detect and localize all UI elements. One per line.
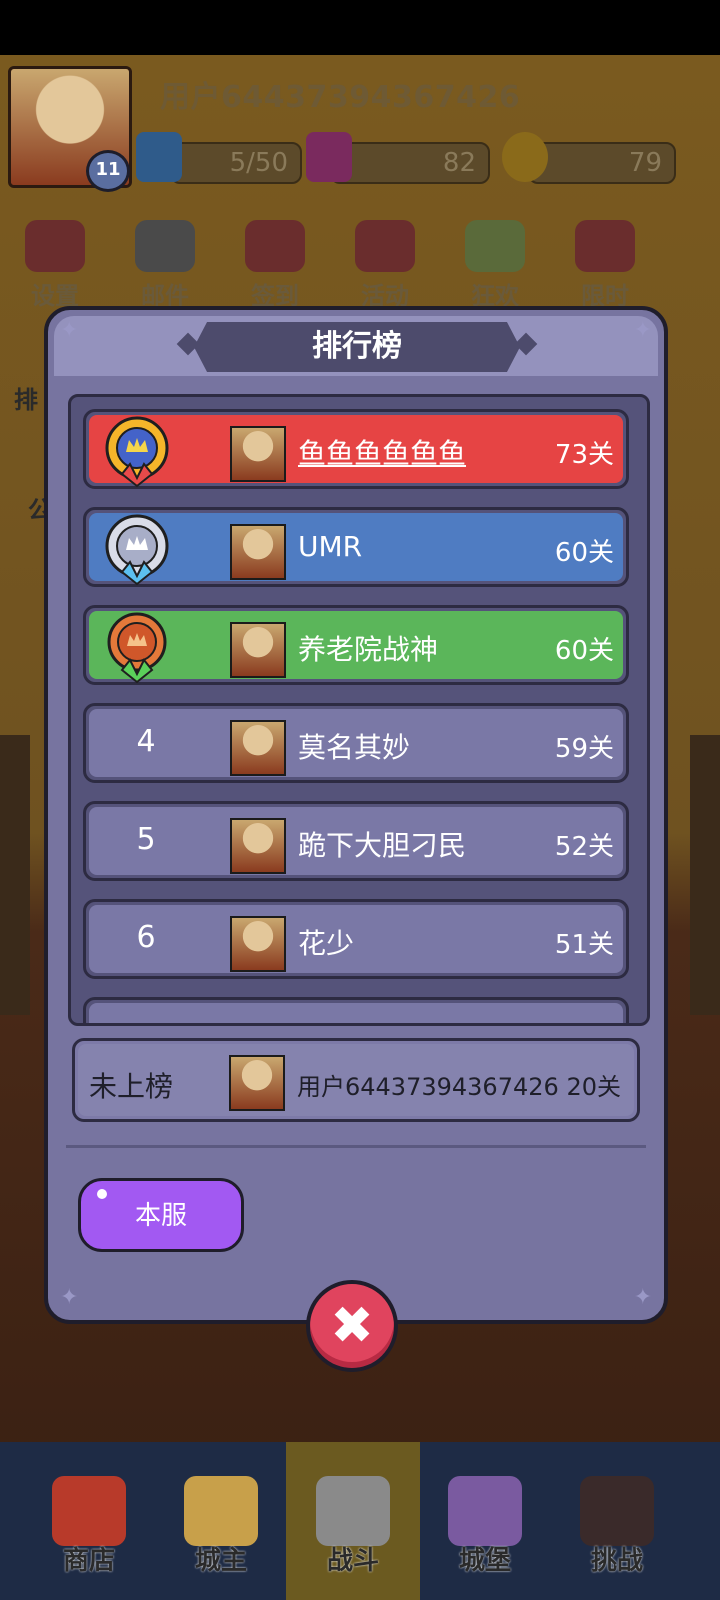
leaderboard-dialog: 排行榜 ✦ ✦ 鱼鱼鱼鱼鱼鱼 73关 UMR 60关 养老院战神 60关 4 莫… [44,306,668,1324]
row-score: 73关 [554,440,614,470]
row-avatar [230,524,286,580]
gift-icon [355,220,415,272]
leaderboard-row[interactable]: UMR 60关 [83,507,629,587]
close-button[interactable]: ✖ [306,1280,398,1372]
gold-value: 79 [628,148,662,178]
my-rank-text: 未上榜 [89,1070,174,1103]
left-lamp [0,735,30,1015]
nav-battle[interactable]: 战斗 [286,1442,420,1600]
nav-challenge[interactable]: 挑战 [550,1442,684,1600]
row-score: 60关 [554,636,614,666]
my-name: 用户64437394367426 [297,1073,559,1101]
row-name: 跪下大胆刁民 [298,829,467,862]
my-rank-row: 未上榜 用户64437394367426 20关 [72,1038,640,1122]
menu-carnival[interactable]: 狂欢 [460,220,530,310]
demon-icon [580,1476,654,1546]
row-name: 莫名其妙 [298,731,411,764]
leaderboard-row[interactable]: 4 莫名其妙 59关 [83,703,629,783]
gem-add-icon[interactable] [306,132,352,182]
gold-medal-icon [105,416,169,488]
nav-challenge-label: 挑战 [590,1546,643,1576]
row-avatar [230,916,286,972]
side-label-rank[interactable]: 排 [14,380,38,415]
right-lamp [690,735,720,1015]
player-name: 用户64437394367426 [160,80,521,115]
calendar-icon [245,220,305,272]
row-score: 52关 [554,832,614,862]
divider [66,1145,646,1148]
nav-lord-label: 城主 [194,1546,247,1576]
row-rank: 4 [136,724,156,759]
gold-add-icon[interactable] [502,132,548,182]
bronze-medal-icon [107,612,167,684]
menu-checkin[interactable]: 签到 [240,220,310,310]
crown-icon [184,1476,258,1546]
row-avatar [230,720,286,776]
corner-ornament: ✦ [60,318,79,343]
server-tab-label: 本服 [134,1201,187,1231]
row-rank: 5 [136,822,156,857]
silver-medal-icon [105,514,169,586]
nav-battle-label: 战斗 [326,1546,379,1576]
row-name: UMR [298,530,363,563]
clock-gift-icon [575,220,635,272]
menu-events[interactable]: 活动 [350,220,420,310]
energy-bar: 5/50 [170,142,302,184]
leaderboard-title: 排行榜 [312,329,402,364]
energy-value: 5/50 [229,148,288,178]
close-icon: ✖ [330,1296,374,1356]
leaderboard-row[interactable]: 5 跪下大胆刁民 52关 [83,801,629,881]
menu-limited[interactable]: 限时 [570,220,640,310]
nav-shop-label: 商店 [62,1546,115,1576]
leaderboard-row[interactable]: 6 花少 51关 [83,899,629,979]
row-name: 鱼鱼鱼鱼鱼鱼 [298,437,467,470]
swords-icon [316,1476,390,1546]
row-name: 养老院战神 [298,633,439,666]
row-score: 59关 [554,734,614,764]
corner-ornament: ✦ [60,1285,79,1310]
server-tab-button[interactable]: 本服 [78,1178,244,1252]
gem-bar: 82 [330,142,490,184]
nav-shop[interactable]: 商店 [22,1442,156,1600]
castle-icon [448,1476,522,1546]
row-fill [89,905,623,973]
balloon-icon [465,220,525,272]
gear-icon [25,220,85,272]
nav-castle-label: 城堡 [458,1546,511,1576]
leaderboard-row[interactable]: 鱼鱼鱼鱼鱼鱼 73关 [83,409,629,489]
player-level-badge: 11 [86,150,130,192]
corner-ornament: ✦ [633,1285,652,1310]
leaderboard-row-partial[interactable] [83,997,629,1023]
row-avatar [230,818,286,874]
nav-castle[interactable]: 城堡 [418,1442,552,1600]
gem-value: 82 [442,148,476,178]
mail-icon [135,220,195,272]
my-avatar [229,1055,285,1111]
row-name: 花少 [298,927,355,960]
row-score: 51关 [554,930,614,960]
energy-add-icon[interactable] [136,132,182,182]
gold-bar: 79 [528,142,676,184]
shop-icon [52,1476,126,1546]
row-score: 60关 [554,538,614,568]
row-rank: 6 [136,920,156,955]
corner-ornament: ✦ [633,318,652,343]
menu-settings[interactable]: 设置 [20,220,90,310]
my-score: 20关 [566,1073,621,1101]
row-avatar [230,622,286,678]
leaderboard-row[interactable]: 养老院战神 60关 [83,605,629,685]
nav-lord[interactable]: 城主 [154,1442,288,1600]
bottom-nav: 商店 城主 战斗 城堡 挑战 [0,1442,720,1600]
menu-mail[interactable]: 邮件 [130,220,200,310]
row-avatar [230,426,286,482]
leaderboard-list[interactable]: 鱼鱼鱼鱼鱼鱼 73关 UMR 60关 养老院战神 60关 4 莫名其妙 59关 … [68,394,650,1026]
